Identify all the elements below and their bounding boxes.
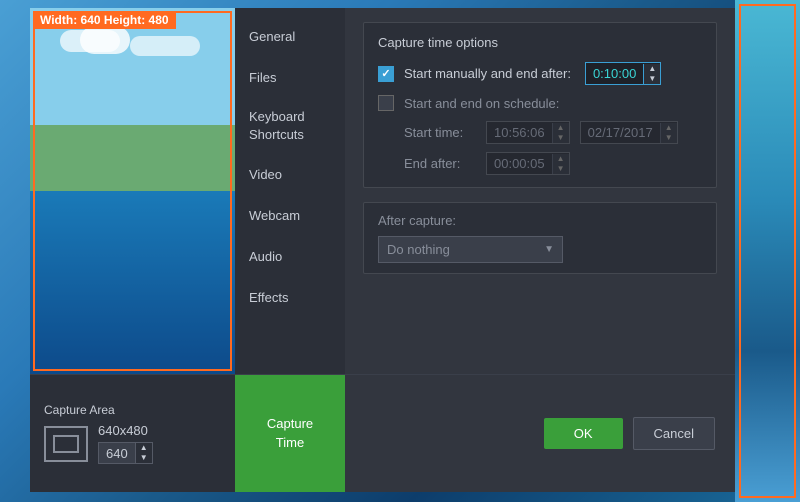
after-capture-select[interactable]: Do nothing ▼ [378, 236, 563, 263]
capture-area-heading: Capture Area [44, 403, 115, 417]
start-time-up[interactable]: ▲ [553, 123, 569, 133]
sidebar-item-video[interactable]: Video [235, 154, 345, 195]
start-date-value: 02/17/2017 [581, 122, 660, 143]
width-up-btn[interactable]: ▲ [136, 443, 152, 453]
width-down-btn[interactable]: ▼ [136, 453, 152, 463]
size-label: Width: 640 Height: 480 [33, 11, 176, 29]
orange-border-preview [33, 11, 232, 371]
checkbox-start-manually[interactable]: ✓ [378, 66, 394, 82]
right-wave [735, 0, 800, 502]
time-input-end-after[interactable]: 0:10:00 ▲ ▼ [585, 62, 661, 85]
camera-preview: Width: 640 Height: 480 [30, 8, 235, 374]
width-value: 640 [99, 444, 135, 463]
option2-row: Start and end on schedule: [378, 95, 702, 111]
sidebar-bottom: CaptureTime [235, 375, 345, 492]
end-after-up[interactable]: ▲ [553, 154, 569, 164]
time-spinners: ▲ ▼ [643, 64, 660, 84]
capture-time-box: Capture time options ✓ Start manually an… [363, 22, 717, 188]
start-date-spinners: ▲ ▼ [660, 123, 677, 143]
time-down-btn[interactable]: ▼ [644, 74, 660, 84]
option1-row: ✓ Start manually and end after: 0:10:00 … [378, 62, 702, 85]
sidebar-item-general[interactable]: General [235, 16, 345, 57]
end-after-label: End after: [404, 156, 476, 171]
capture-icon-inner [53, 435, 79, 453]
checkbox-schedule[interactable] [378, 95, 394, 111]
after-capture-box: After capture: Do nothing ▼ [363, 202, 717, 274]
after-capture-label: After capture: [378, 213, 702, 228]
content-panel: Capture time options ✓ Start manually an… [345, 8, 735, 374]
end-after-value: 00:00:05 [487, 153, 552, 174]
width-spinners: ▲ ▼ [135, 443, 152, 463]
after-capture-value: Do nothing [387, 242, 450, 257]
width-stepper[interactable]: 640 ▲ ▼ [98, 442, 153, 464]
time-up-btn[interactable]: ▲ [644, 64, 660, 74]
bottom-bar: Capture Area 640x480 640 ▲ ▼ [30, 374, 735, 492]
sidebar-item-webcam[interactable]: Webcam [235, 195, 345, 236]
end-after-field: 00:00:05 ▲ ▼ [486, 152, 570, 175]
time-value-end-after: 0:10:00 [586, 63, 643, 84]
sidebar-item-audio[interactable]: Audio [235, 236, 345, 277]
select-arrow-icon: ▼ [544, 244, 554, 255]
sidebar-item-files[interactable]: Files [235, 57, 345, 98]
start-time-label: Start time: [404, 125, 476, 140]
capture-icon [44, 426, 88, 462]
option2-label: Start and end on schedule: [404, 96, 559, 111]
dialog-body: Width: 640 Height: 480 General Files Key… [30, 8, 735, 374]
capture-info: 640x480 640 ▲ ▼ [98, 423, 153, 464]
capture-size-display: 640x480 [98, 423, 153, 438]
start-date-up[interactable]: ▲ [661, 123, 677, 133]
end-after-down[interactable]: ▼ [553, 164, 569, 174]
start-time-row: Start time: 10:56:06 ▲ ▼ 02/17/2017 ▲ [404, 121, 702, 144]
content-bottom: OK Cancel [345, 375, 735, 492]
end-after-row: End after: 00:00:05 ▲ ▼ [404, 152, 702, 175]
start-time-field: 10:56:06 ▲ ▼ [486, 121, 570, 144]
start-time-value: 10:56:06 [487, 122, 552, 143]
sidebar-item-keyboard-shortcuts[interactable]: KeyboardShortcuts [235, 98, 345, 154]
checkmark: ✓ [381, 67, 390, 80]
sidebar-item-effects[interactable]: Effects [235, 277, 345, 318]
start-date-field: 02/17/2017 ▲ ▼ [580, 121, 678, 144]
right-orange-border [739, 4, 796, 498]
start-time-spinners: ▲ ▼ [552, 123, 569, 143]
option1-label: Start manually and end after: [404, 66, 571, 81]
sidebar: General Files KeyboardShortcuts Video We… [235, 8, 345, 374]
start-time-down[interactable]: ▼ [553, 133, 569, 143]
capture-time-button[interactable]: CaptureTime [235, 375, 345, 492]
capture-area-section: Capture Area 640x480 640 ▲ ▼ [30, 403, 235, 464]
capture-area-row: 640x480 640 ▲ ▼ [44, 423, 153, 464]
sub-options: Start time: 10:56:06 ▲ ▼ 02/17/2017 ▲ [404, 121, 702, 175]
ok-button[interactable]: OK [544, 418, 623, 449]
end-after-spinners: ▲ ▼ [552, 154, 569, 174]
start-date-down[interactable]: ▼ [661, 133, 677, 143]
cancel-button[interactable]: Cancel [633, 417, 715, 450]
dialog: Width: 640 Height: 480 General Files Key… [30, 8, 735, 492]
section-title: Capture time options [378, 35, 702, 50]
